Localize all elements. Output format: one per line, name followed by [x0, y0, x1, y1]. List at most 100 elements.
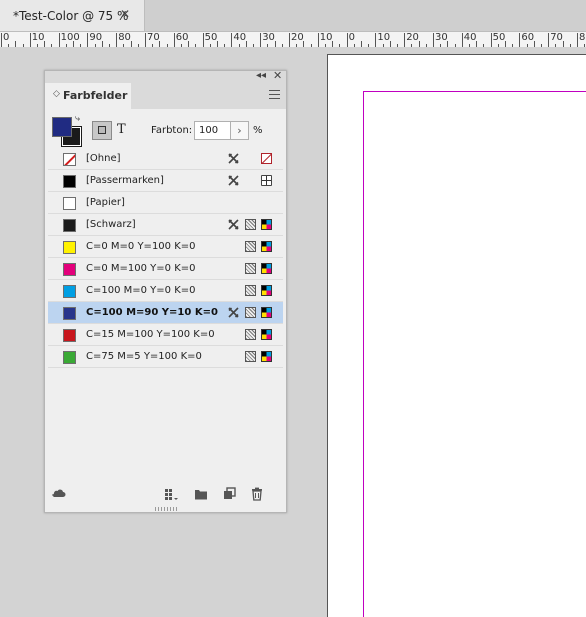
cmyk-mode-icon: [261, 351, 272, 362]
ruler-label: 80: [579, 32, 586, 43]
swatch-row[interactable]: [Schwarz]: [48, 214, 283, 236]
ruler-label: 10: [319, 32, 333, 43]
swatch-row[interactable]: C=0 M=100 Y=0 K=0: [48, 258, 283, 280]
panel-bottom-toolbar: [45, 484, 286, 506]
swatch-color-chip: [63, 197, 76, 210]
ruler-label: 0: [348, 32, 355, 43]
formatting-affects-text-icon[interactable]: T: [117, 122, 126, 137]
swatch-name: C=15 M=100 Y=100 K=0: [86, 329, 215, 340]
swatch-color-chip: [63, 329, 76, 342]
cc-libraries-icon[interactable]: [52, 487, 66, 501]
process-color-icon: [245, 241, 256, 252]
process-color-icon: [245, 263, 256, 274]
swatch-row[interactable]: C=100 M=90 Y=10 K=0: [48, 302, 283, 324]
ruler-tick: [433, 33, 434, 47]
swatch-name: C=75 M=5 Y=100 K=0: [86, 351, 202, 362]
ruler-tick: [375, 33, 377, 47]
ruler-tick: [289, 33, 290, 47]
swatch-row[interactable]: [Ohne]: [48, 148, 283, 170]
swatch-name: [Papier]: [86, 197, 125, 208]
close-panel-icon[interactable]: ✕: [273, 69, 282, 82]
tint-input[interactable]: 100: [194, 121, 231, 140]
swatch-color-chip: [63, 351, 76, 364]
none-color-icon: [261, 153, 272, 164]
expand-arrows-icon[interactable]: ◇: [53, 89, 60, 99]
tint-unit: %: [253, 125, 263, 136]
swatch-row[interactable]: [Passermarken]: [48, 170, 283, 192]
fill-stroke-control[interactable]: ⤷: [52, 114, 82, 147]
swatch-color-chip: [63, 285, 76, 298]
ruler-label: 40: [463, 32, 477, 43]
ruler-label: 60: [521, 32, 535, 43]
new-swatch-icon[interactable]: [222, 487, 236, 501]
document-tab[interactable]: *Test-Color @ 75 % ✕: [0, 0, 145, 31]
ruler-tick: [231, 33, 233, 47]
resize-gripper[interactable]: [155, 507, 177, 511]
ruler-label: 50: [204, 32, 218, 43]
non-editable-icon: [228, 219, 239, 230]
tab-swatches[interactable]: ◇ Farbfelder: [45, 83, 131, 109]
swatch-color-chip: [63, 307, 76, 320]
ruler-label: 10: [31, 32, 45, 43]
swap-fill-stroke-icon[interactable]: ⤷: [75, 114, 80, 124]
panel-header: ◇ Farbfelder: [45, 83, 286, 109]
new-color-group-icon[interactable]: [194, 487, 208, 501]
ruler-label: 20: [406, 32, 419, 43]
ruler-label: 70: [550, 32, 563, 43]
swatch-color-chip: [63, 241, 76, 254]
non-editable-icon: [228, 307, 239, 318]
ruler-tick: [317, 33, 319, 47]
ruler-label: 30: [435, 32, 448, 43]
swatch-name: C=100 M=90 Y=10 K=0: [86, 307, 218, 318]
ruler-tick: [490, 33, 492, 47]
swatch-row[interactable]: C=100 M=0 Y=0 K=0: [48, 280, 283, 302]
swatch-color-chip: [63, 263, 76, 276]
swatch-list: [Ohne] [Passermarken] [Papier] [Schwarz] C=0…: [48, 148, 283, 368]
formatting-affects-container-icon[interactable]: [92, 121, 112, 140]
show-swatches-icon[interactable]: [164, 487, 178, 501]
process-color-icon: [245, 219, 256, 230]
swatch-row[interactable]: C=75 M=5 Y=100 K=0: [48, 346, 283, 368]
ruler-tick: [1, 33, 2, 47]
close-icon[interactable]: ✕: [120, 7, 130, 21]
ruler-label: 80: [118, 32, 131, 43]
collapse-panel-icon[interactable]: ◂◂: [256, 70, 266, 81]
margin-guide: [363, 91, 586, 617]
swatch-name: [Schwarz]: [86, 219, 136, 230]
cmyk-mode-icon: [261, 263, 272, 274]
cmyk-mode-icon: [261, 219, 272, 230]
fill-swatch[interactable]: [52, 117, 72, 137]
ruler-tick: [461, 33, 463, 47]
horizontal-ruler[interactable]: 0 10 100 90 80 70 60 50 40 30 20 10 0 10 20 30 40 50 60 70 8…: [0, 31, 586, 48]
panel-menu-icon[interactable]: [269, 90, 280, 99]
ruler-label: 60: [175, 32, 189, 43]
process-color-icon: [245, 307, 256, 318]
registration-icon: [261, 175, 272, 186]
ruler-tick: [173, 33, 175, 47]
swatch-name: [Ohne]: [86, 153, 121, 164]
ruler-tick: [577, 33, 578, 47]
delete-swatch-icon[interactable]: [250, 487, 264, 501]
swatch-row[interactable]: C=15 M=100 Y=100 K=0: [48, 324, 283, 346]
cmyk-mode-icon: [261, 329, 272, 340]
ruler-tick: [404, 33, 406, 47]
cmyk-mode-icon: [261, 307, 272, 318]
ruler-tick: [116, 33, 118, 47]
tint-stepper-arrow-icon[interactable]: ›: [231, 121, 249, 140]
swatch-name: [Passermarken]: [86, 175, 164, 186]
tab-label: Farbfelder: [63, 89, 128, 102]
swatch-row[interactable]: [Papier]: [48, 192, 283, 214]
ruler-tick: [346, 33, 348, 47]
swatch-color-chip: [63, 175, 76, 188]
panel-title-bar[interactable]: ◂◂ ✕: [45, 69, 286, 83]
cmyk-mode-icon: [261, 241, 272, 252]
ruler-tick: [145, 33, 146, 47]
ruler-tick: [260, 33, 262, 47]
swatch-row[interactable]: C=0 M=0 Y=100 K=0: [48, 236, 283, 258]
cmyk-mode-icon: [261, 285, 272, 296]
process-color-icon: [245, 285, 256, 296]
ruler-tick: [58, 33, 60, 47]
tint-label: Farbton:: [151, 125, 193, 136]
swatch-color-chip: [63, 153, 76, 166]
ruler-label: 20: [291, 32, 304, 43]
